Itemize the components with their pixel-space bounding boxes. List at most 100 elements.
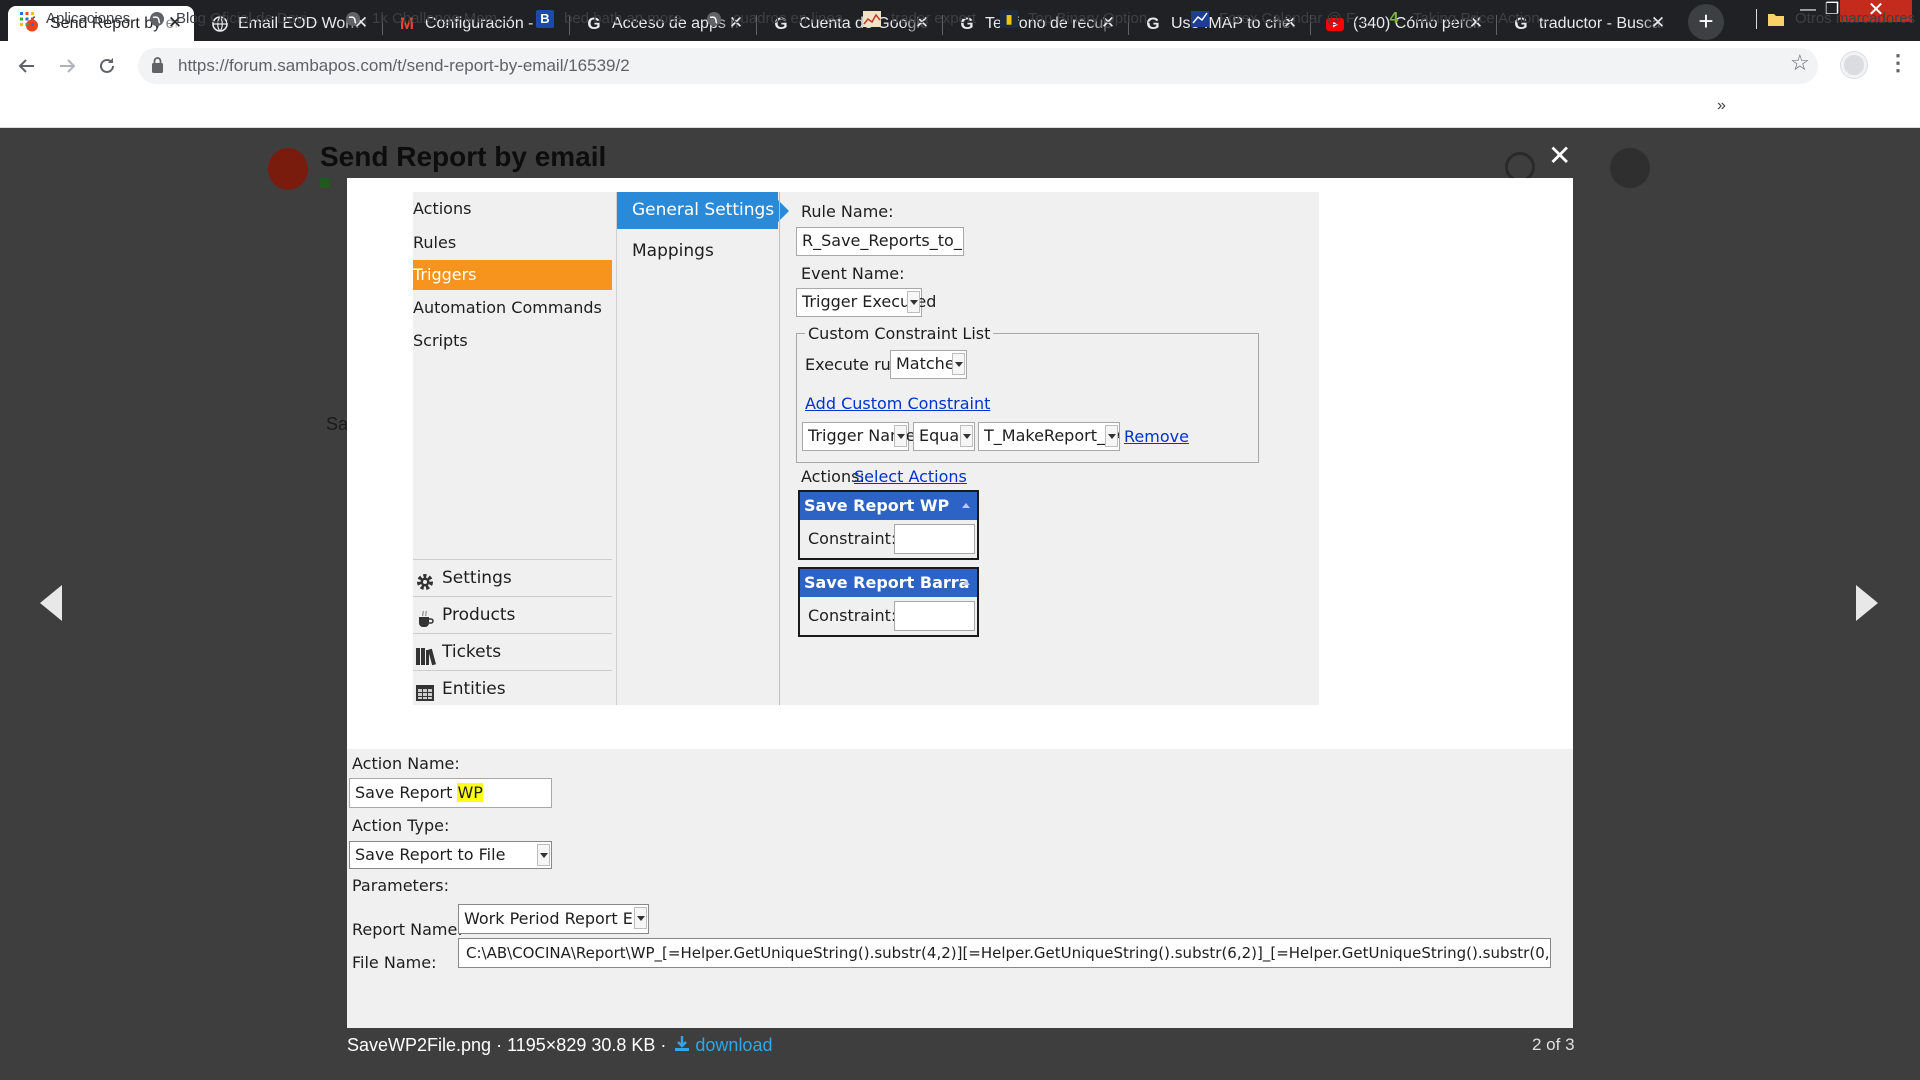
constraint-list-title: Custom Constraint List [805,324,994,344]
constraint-field [894,601,975,631]
bookmark-item[interactable]: cuadros en linea [705,9,843,29]
action-card-body: Constraint: [800,520,977,558]
binary-icon: ▮ [1000,10,1018,28]
b-logo-icon: B [536,10,554,28]
other-bookmarks-folder[interactable]: Otros marcadores [1756,9,1915,29]
bookmark-item[interactable]: 1k Challenge Mem... [344,9,510,29]
nav-item-actions: Actions [413,199,472,218]
report-name-value: Work Period Report ES [464,909,643,928]
nav-entities: Entities [413,670,612,707]
rule-name-field: R_Save_Reports_to_File [796,227,964,256]
tab-mappings: Mappings [632,241,714,261]
new-tab-button[interactable]: + [1688,4,1724,40]
lightbox-prev-arrow-icon[interactable] [40,585,62,621]
parameters-label: Parameters: [352,876,449,895]
gear-icon [415,569,435,590]
chevron-down-icon [537,844,550,866]
chevron-down-icon [952,353,965,375]
table-grid-icon [415,680,435,701]
action-name-label: Action Name: [352,754,460,773]
divider [779,192,780,705]
download-icon [675,1034,690,1051]
execute-rule-select: Matches [890,350,967,379]
nav-item-rules: Rules [413,233,457,252]
report-name-select: Work Period Report ES [458,904,649,934]
nav-products: Products [413,596,612,633]
rule-name-label: Rule Name: [801,202,894,221]
action-name-text: Save Report [355,783,458,802]
select-actions-link: Select Actions [854,467,967,486]
nav-item-automation-commands: Automation Commands [413,298,602,317]
constraint-value: T_MakeReport_5AM [984,426,1119,445]
nav-item-scripts: Scripts [413,331,468,350]
bookmark-item[interactable]: ▮ Top Binary Option... [1000,9,1160,29]
action-type-label: Action Type: [352,816,450,835]
divider [616,192,617,705]
bookmark-item[interactable]: Forex Calendar @ F... [1191,9,1366,29]
forward-button[interactable] [52,51,82,81]
action-card-title: Save Report Barra [804,573,970,592]
menu-kebab-icon[interactable]: ⋮ [1887,50,1909,76]
action-card: Save Report WP Constraint: [798,490,979,560]
action-card-body: Constraint: [800,597,977,635]
action-card: Save Report Barra Constraint: [798,567,979,637]
download-link[interactable]: download [671,1035,772,1055]
bookmark-label: cuadros en linea [733,10,844,27]
constraint-operator-select: Equals [913,422,975,451]
file-name-label: File Name: [352,953,437,972]
constraint-field-select: Trigger Name [802,422,915,451]
chevron-down-icon [907,291,920,313]
lightbox-next-arrow-icon[interactable] [1856,585,1878,621]
bookmark-item[interactable]: B bed bath an more [536,9,682,29]
globe-icon [705,10,723,28]
bookmarks-bar [0,90,1920,128]
lightbox-image: Actions Rules Triggers Automation Comman… [347,178,1573,1028]
bookmark-label: Top Binary Option... [1028,10,1160,27]
books-icon [415,643,437,666]
constraint-label: Constraint: [808,606,897,625]
action-type-select: Save Report to File [349,841,552,869]
back-button[interactable] [12,51,42,81]
action-card-header: Save Report WP [800,492,977,520]
tab-title: traductor - Buscar con Google [1539,14,1665,32]
lightbox-close-button[interactable]: ✕ [1548,142,1571,170]
nav-entities-label: Entities [442,679,506,699]
bookmarks-overflow-button[interactable]: » [1717,97,1726,115]
bookmark-item[interactable]: trader expert [863,9,976,29]
post-text-fragment: Sa [326,414,349,434]
lightbox-caption: SaveWP2File.png · 1195×829 30.8 KB · dow… [347,1033,772,1057]
tab-close-icon[interactable]: ✕ [1649,14,1667,32]
bookmark-star-icon[interactable]: ☆ [1790,50,1810,76]
constraint-value-select: T_MakeReport_5AM [978,422,1120,451]
constraint-label: Constraint: [808,529,897,548]
reload-button[interactable] [92,51,122,81]
sambapos-logo-icon [268,148,308,190]
arrow-left-icon [18,59,34,73]
user-avatar [1610,148,1650,188]
nav-tickets-label: Tickets [442,642,502,662]
tab-general-settings: General Settings [617,192,778,229]
highlighted-text: WP [457,783,483,802]
bookmark-label: Aplicaciones [46,10,131,27]
chevron-down-icon [634,907,647,929]
bookmark-item[interactable]: Blog Oficial de Davi... [148,9,319,29]
chart-icon [863,10,881,28]
nav-settings-label: Settings [442,568,512,588]
coffee-cup-icon [415,606,435,627]
folder-icon [1767,10,1785,28]
constraint-field [894,524,975,554]
bookmark-label: Otros marcadores [1795,10,1916,27]
four-icon: 4 [1389,10,1399,27]
image-filename: SaveWP2File.png [347,1035,492,1055]
nav-products-label: Products [442,605,516,625]
bookmark-item[interactable]: Aplicaciones [18,9,130,29]
reload-icon [100,58,114,73]
url-text[interactable]: https://forum.sambapos.com/t/send-report… [178,54,630,78]
download-label: download [695,1035,773,1055]
nav-item-triggers: Triggers [413,260,612,290]
add-custom-constraint-link: Add Custom Constraint [805,394,991,413]
bookmark-item[interactable]: 4 Taking Price Action... [1385,9,1553,29]
profile-avatar[interactable] [1841,52,1867,78]
lock-icon[interactable] [152,57,163,73]
action-type-value: Save Report to File [355,845,506,864]
